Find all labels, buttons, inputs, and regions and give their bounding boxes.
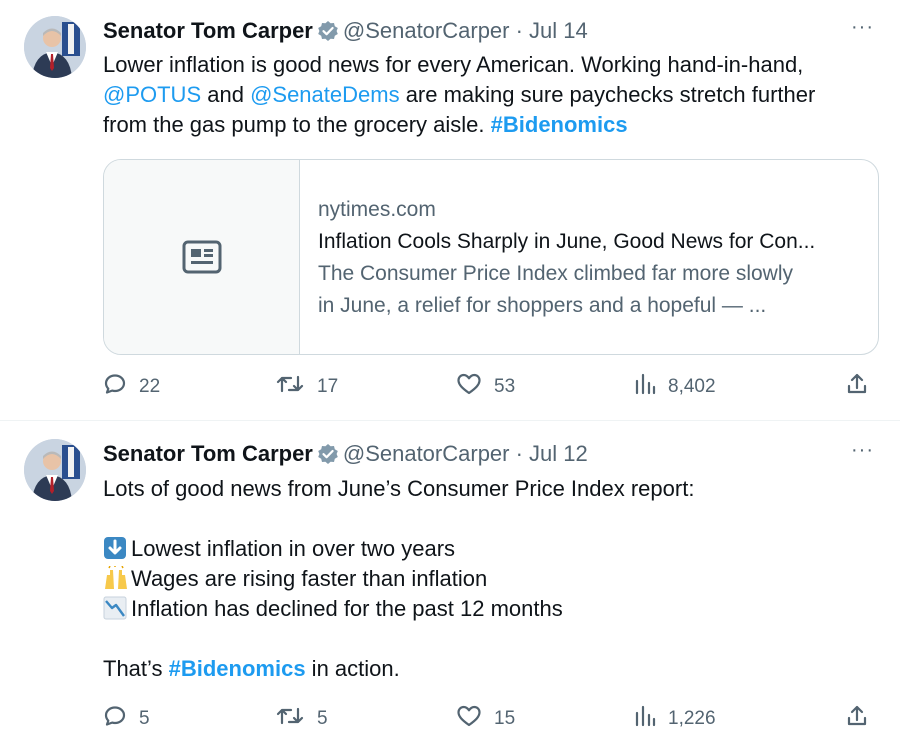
reply-count: 5 <box>139 708 150 729</box>
card-thumbnail <box>104 160 300 354</box>
retweet-icon <box>275 372 317 402</box>
link-preview-card[interactable]: nytimes.com Inflation Cools Sharply in J… <box>103 159 879 355</box>
tweet-text: Lots of good news from June’s Consumer P… <box>103 474 873 684</box>
chart-decreasing-emoji-icon <box>103 596 129 620</box>
like-count: 15 <box>494 708 516 729</box>
avatar[interactable] <box>24 16 86 78</box>
hashtag-link[interactable]: #Bidenomics <box>491 112 628 137</box>
reply-icon <box>103 704 139 734</box>
retweet-count: 17 <box>317 376 339 397</box>
reply-icon <box>103 372 139 402</box>
tweet[interactable]: Senator Tom Carper @SenatorCarper · Jul 1… <box>0 0 900 421</box>
reply-button[interactable]: 5 <box>103 702 150 736</box>
author-name[interactable]: Senator Tom Carper <box>103 441 313 466</box>
tweet-actions: 22 17 53 8,402 <box>103 370 873 404</box>
author-handle-date[interactable]: @SenatorCarper · Jul 14 <box>343 18 588 43</box>
share-button[interactable] <box>845 702 881 736</box>
share-icon <box>845 372 881 402</box>
news-article-icon <box>182 240 222 279</box>
share-button[interactable] <box>845 370 881 404</box>
retweet-button[interactable]: 17 <box>275 370 338 404</box>
author-name[interactable]: Senator Tom Carper <box>103 18 313 43</box>
card-body: nytimes.com Inflation Cools Sharply in J… <box>318 194 868 322</box>
tweet-header: Senator Tom Carper @SenatorCarper · Jul 1… <box>103 440 588 472</box>
tweet-text-fragment: and <box>201 82 251 107</box>
reply-count: 22 <box>139 376 161 397</box>
views-count: 8,402 <box>668 376 716 397</box>
bullet-text: Inflation has declined for the past 12 m… <box>131 596 563 621</box>
bullet-text: Wages are rising faster than inflation <box>131 566 488 591</box>
card-title: Inflation Cools Sharply in June, Good Ne… <box>318 230 816 253</box>
mention-link[interactable]: @POTUS <box>103 82 201 107</box>
verified-badge-icon <box>317 443 339 472</box>
reply-button[interactable]: 22 <box>103 370 160 404</box>
views-count: 1,226 <box>668 708 716 729</box>
views-bar-chart-icon <box>634 704 668 734</box>
tweet-text-fragment: That’s <box>103 656 169 681</box>
avatar[interactable] <box>24 439 86 501</box>
share-icon <box>845 704 881 734</box>
heart-icon <box>456 372 494 402</box>
tweet-header: Senator Tom Carper @SenatorCarper · Jul 1… <box>103 17 588 49</box>
like-button[interactable]: 53 <box>456 370 515 404</box>
author-handle-date[interactable]: @SenatorCarper · Jul 12 <box>343 441 588 466</box>
raised-hands-emoji-icon <box>103 565 129 590</box>
like-count: 53 <box>494 376 516 397</box>
down-arrow-emoji-icon <box>103 536 129 560</box>
verified-badge-icon <box>317 20 339 49</box>
tweet-text-fragment: in action. <box>305 656 400 681</box>
tweet-actions: 5 5 15 1,226 <box>103 702 873 736</box>
more-options-icon[interactable]: ··· <box>851 16 874 39</box>
tweet-text-fragment: are making sure paychecks stretch furthe… <box>399 82 816 107</box>
views-button[interactable]: 8,402 <box>634 370 716 404</box>
mention-link[interactable]: @SenateDems <box>250 82 400 107</box>
hashtag-link[interactable]: #Bidenomics <box>169 656 306 681</box>
tweet-text-line: Lower inflation is good news for every A… <box>103 52 804 77</box>
retweet-button[interactable]: 5 <box>275 702 328 736</box>
tweet-text: Lower inflation is good news for every A… <box>103 50 873 140</box>
card-description-line: The Consumer Price Index climbed far mor… <box>318 262 794 285</box>
bullet-text: Lowest inflation in over two years <box>131 536 456 561</box>
retweet-icon <box>275 704 317 734</box>
retweet-count: 5 <box>317 708 328 729</box>
views-bar-chart-icon <box>634 372 668 402</box>
card-domain: nytimes.com <box>318 198 436 221</box>
views-button[interactable]: 1,226 <box>634 702 716 736</box>
card-description-line: in June, a relief for shoppers and a hop… <box>318 294 767 317</box>
more-options-icon[interactable]: ··· <box>851 439 874 462</box>
tweet-text-fragment: from the gas pump to the grocery aisle. <box>103 112 491 137</box>
like-button[interactable]: 15 <box>456 702 515 736</box>
tweet[interactable]: Senator Tom Carper @SenatorCarper · Jul 1… <box>0 421 900 747</box>
heart-icon <box>456 704 494 734</box>
tweet-text-line: Lots of good news from June’s Consumer P… <box>103 476 695 501</box>
